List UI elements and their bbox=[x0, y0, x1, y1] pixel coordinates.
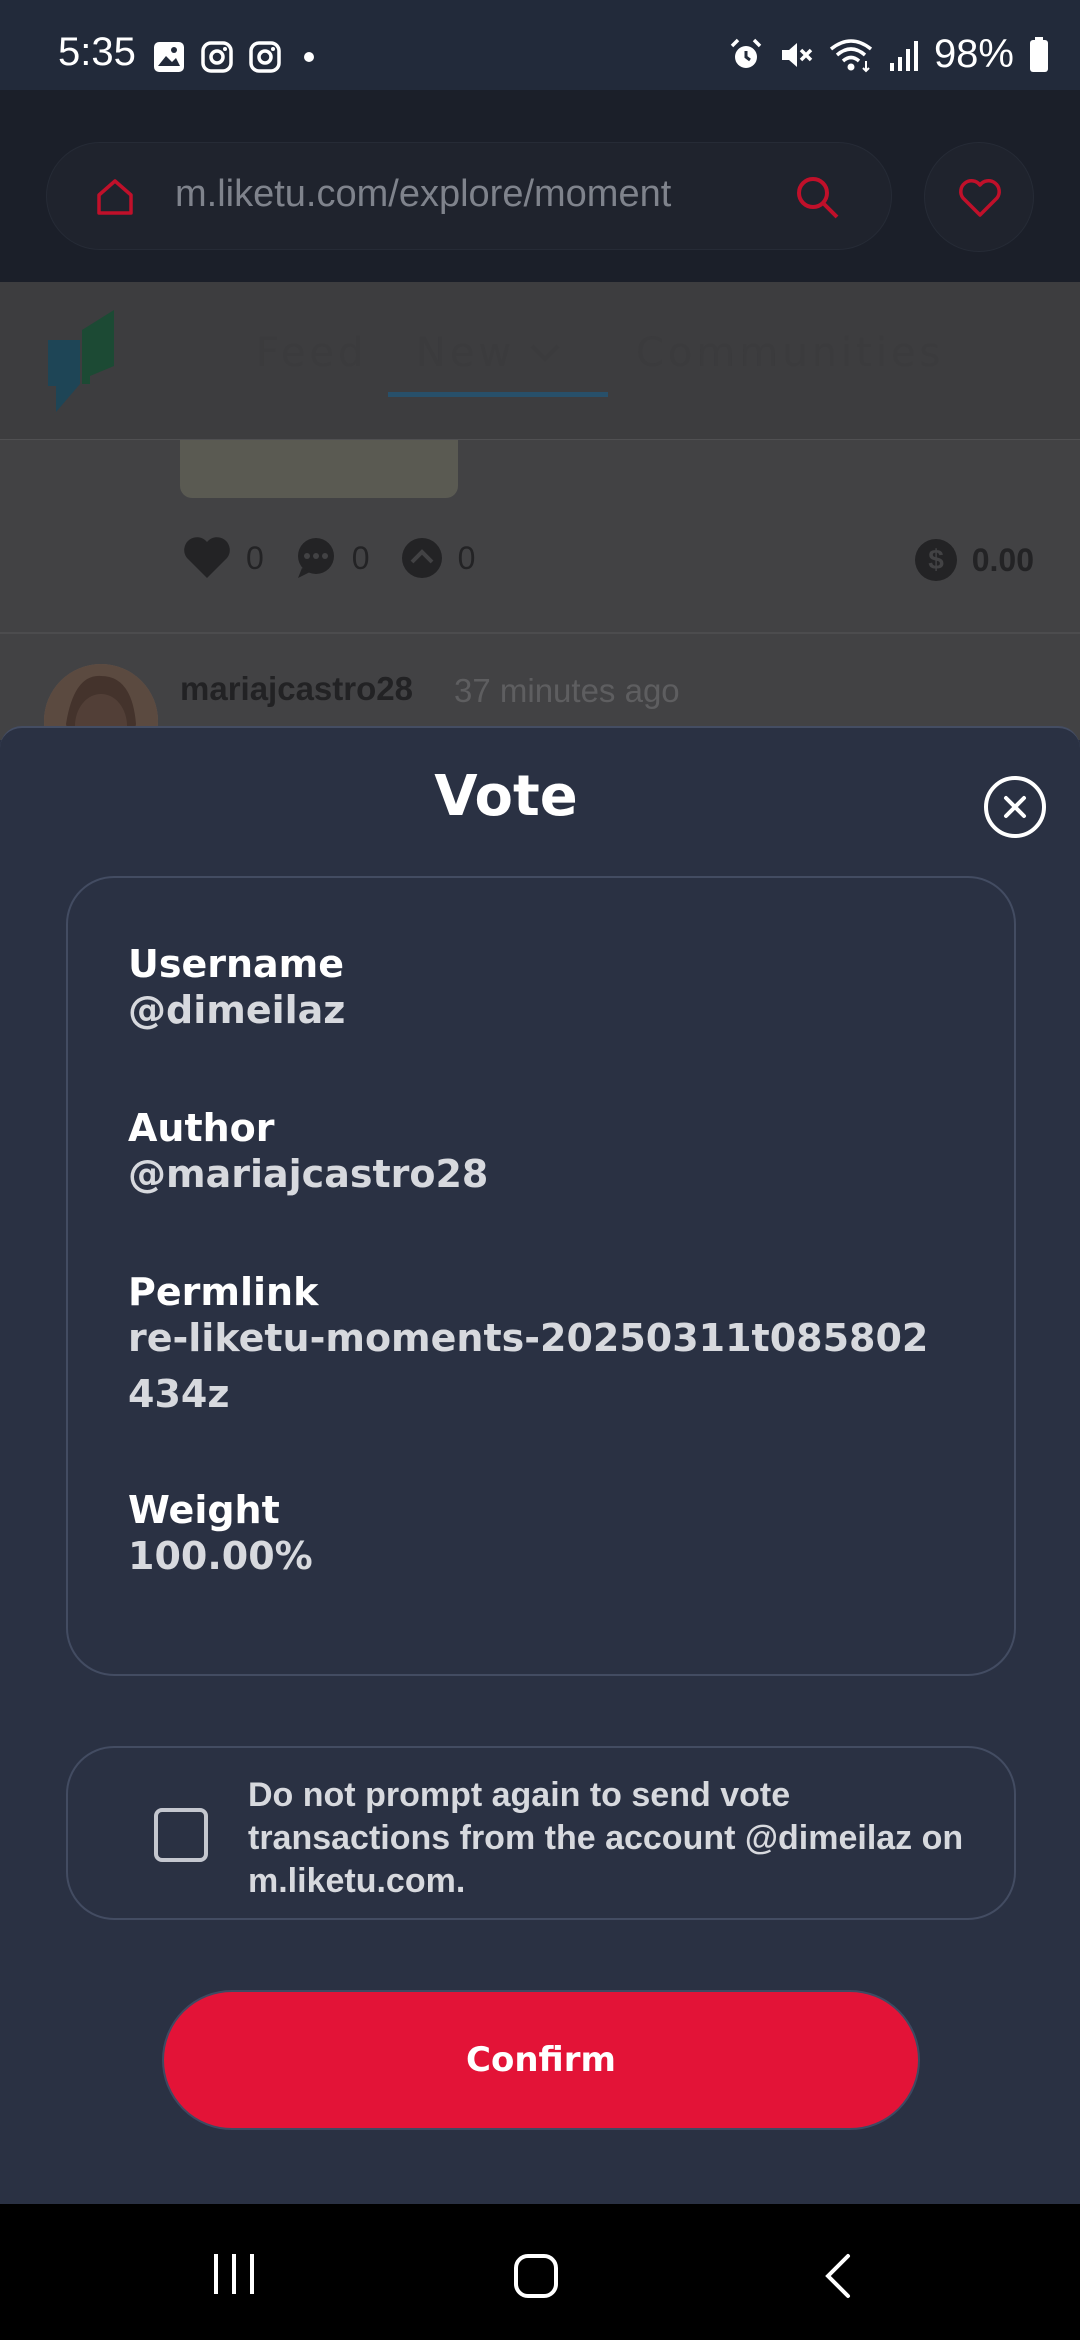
close-icon bbox=[1004, 796, 1026, 818]
notification-icons bbox=[152, 40, 322, 74]
system-nav-bar bbox=[0, 2204, 1080, 2340]
tab-feed[interactable]: Feed bbox=[256, 330, 367, 376]
dont-prompt-checkbox[interactable] bbox=[154, 1808, 208, 1862]
tab-communities[interactable]: Communities bbox=[636, 330, 944, 376]
permlink-label: Permlink bbox=[128, 1270, 319, 1314]
permlink-value: re-liketu-moments-20250311t085802434z bbox=[128, 1316, 929, 1416]
comments-stat[interactable]: 0 bbox=[294, 536, 370, 580]
instagram-icon bbox=[249, 41, 281, 73]
battery-percent: 98% bbox=[933, 32, 1014, 76]
url-text[interactable]: m.liketu.com/explore/moment bbox=[175, 173, 795, 216]
battery-icon bbox=[1030, 36, 1048, 72]
heart-icon bbox=[184, 537, 230, 578]
wifi-icon bbox=[829, 38, 873, 72]
signal-icon bbox=[889, 40, 918, 71]
payout-value: 0.00 bbox=[971, 541, 1034, 578]
post-divider bbox=[0, 632, 1080, 634]
back-icon[interactable] bbox=[822, 2252, 854, 2300]
modal-title: Vote bbox=[434, 764, 578, 829]
upvote-stat[interactable]: 0 bbox=[400, 536, 476, 580]
post-time: 37 minutes ago bbox=[454, 672, 680, 709]
vote-details-card: Username @dimeilaz Author @mariajcastro2… bbox=[66, 876, 1016, 1676]
weight-value: 100.00% bbox=[128, 1534, 313, 1578]
search-icon[interactable] bbox=[793, 173, 841, 221]
svg-text:$: $ bbox=[928, 544, 944, 575]
username-value: @dimeilaz bbox=[128, 988, 346, 1032]
dot-icon bbox=[304, 52, 314, 62]
close-button[interactable] bbox=[984, 776, 1046, 838]
author-label: Author bbox=[128, 1106, 275, 1150]
vote-modal: Vote Username @dimeilaz Author @mariajca… bbox=[0, 726, 1080, 2204]
gallery-icon bbox=[154, 42, 184, 72]
site-nav: Feed New Communities bbox=[0, 282, 1080, 440]
home-button-icon[interactable] bbox=[512, 2252, 560, 2300]
instagram-icon bbox=[201, 41, 233, 73]
status-bar: 5:35 98% bbox=[0, 0, 1080, 90]
browser-bar: m.liketu.com/explore/moment bbox=[0, 90, 1080, 282]
chevron-down-icon[interactable] bbox=[528, 342, 562, 364]
status-time: 5:35 bbox=[58, 30, 136, 74]
weight-label: Weight bbox=[128, 1488, 280, 1532]
heart-outline-icon bbox=[959, 179, 1001, 217]
post-stats: 0 0 0 bbox=[182, 536, 505, 580]
confirm-button[interactable]: Confirm bbox=[162, 1990, 920, 2130]
mute-icon bbox=[781, 42, 813, 67]
comment-icon bbox=[297, 538, 334, 578]
post-payout: $ 0.00 bbox=[914, 538, 1034, 582]
recent-apps-icon[interactable] bbox=[210, 2252, 258, 2296]
dont-prompt-option[interactable]: Do not prompt again to send vote transac… bbox=[66, 1746, 1016, 1920]
alarm-icon bbox=[730, 38, 762, 68]
dollar-icon: $ bbox=[914, 539, 957, 581]
comments-count: 0 bbox=[351, 539, 370, 576]
home-icon[interactable] bbox=[93, 175, 137, 219]
tab-new[interactable]: New bbox=[416, 330, 515, 376]
url-bar[interactable]: m.liketu.com/explore/moment bbox=[46, 142, 892, 250]
likes-count: 0 bbox=[246, 539, 264, 576]
likes-stat[interactable]: 0 bbox=[182, 536, 264, 580]
dont-prompt-text: Do not prompt again to send vote transac… bbox=[248, 1776, 964, 1900]
liketu-logo[interactable] bbox=[44, 306, 118, 418]
favorites-button[interactable] bbox=[924, 142, 1034, 252]
post-author[interactable]: mariajcastro28 bbox=[180, 670, 413, 708]
upvote-icon bbox=[401, 538, 442, 578]
post-thumbnail[interactable] bbox=[180, 440, 458, 498]
system-icons: 98% bbox=[728, 32, 1050, 77]
author-value: @mariajcastro28 bbox=[128, 1152, 489, 1196]
active-tab-indicator bbox=[388, 392, 608, 397]
upvote-count: 0 bbox=[457, 539, 476, 576]
username-label: Username bbox=[128, 942, 345, 986]
feed-background: 0 0 0 $ 0.00 mariajcastro28 37 minutes a… bbox=[0, 440, 1080, 778]
